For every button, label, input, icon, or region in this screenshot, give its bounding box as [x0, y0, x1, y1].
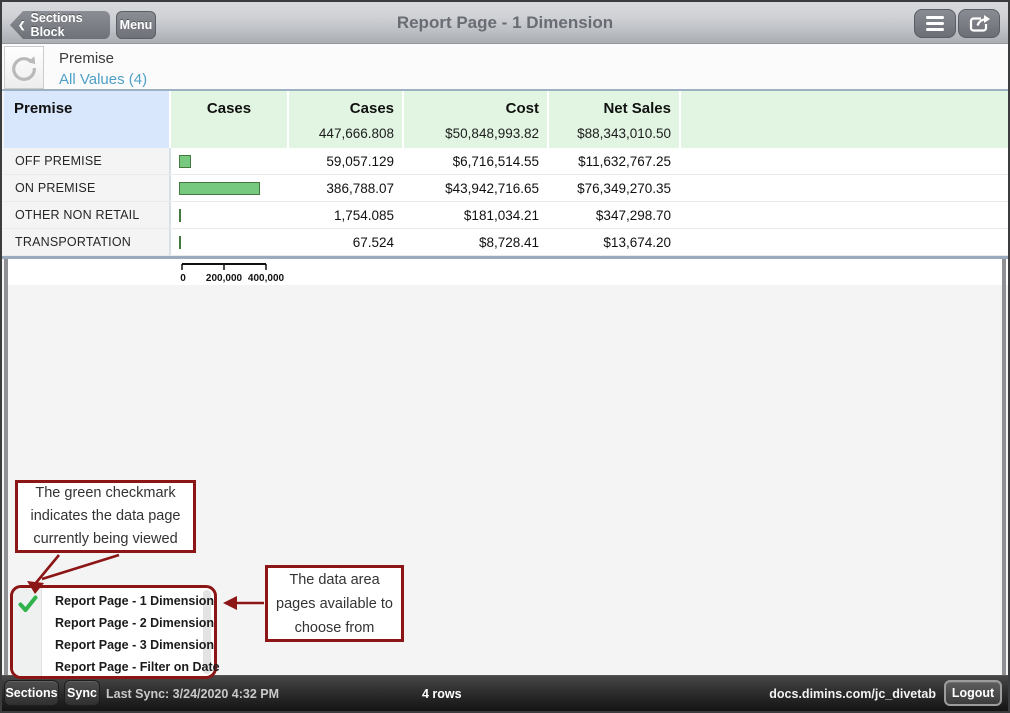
- filter-info: Premise All Values (4): [59, 49, 147, 90]
- menu-button[interactable]: Menu: [116, 11, 156, 39]
- column-header-cost[interactable]: Cost $50,848,993.82: [404, 91, 547, 148]
- svg-text:0: 0: [180, 273, 186, 284]
- sections-button[interactable]: Sections: [4, 680, 59, 706]
- left-edge-strip: [4, 259, 8, 677]
- hamburger-icon: [926, 13, 944, 34]
- share-icon: [967, 14, 991, 34]
- total-cases: 447,666.808: [319, 126, 394, 141]
- table-body: OFF PREMISE 59,057.129 $6,716,514.55 $11…: [4, 148, 1010, 256]
- svg-text:200,000: 200,000: [206, 273, 243, 284]
- popup-item-list: Report Page - 1 Dimension Report Page - …: [55, 590, 200, 678]
- refresh-icon: [9, 53, 39, 83]
- bar-on-premise: [179, 182, 260, 195]
- table-row[interactable]: TRANSPORTATION 67.524 $8,728.41 $13,674.…: [4, 229, 1010, 256]
- column-header-cases-chart[interactable]: Cases: [171, 91, 287, 148]
- back-chevron-icon: ❮: [18, 20, 26, 31]
- table-header: Premise Cases Cases 447,666.808 Cost $50…: [4, 91, 1010, 148]
- total-cost: $50,848,993.82: [445, 126, 539, 141]
- bar-other-non-retail: [179, 209, 181, 222]
- bar-axis: 0 200,000 400,000: [180, 261, 296, 285]
- annotation-checkmark-note: The green checkmark indicates the data p…: [15, 480, 196, 553]
- column-header-spacer: [681, 91, 1010, 148]
- sections-block-back-button[interactable]: ❮ Sections Block: [10, 11, 110, 39]
- page-selection-popup: Report Page - 1 Dimension Report Page - …: [10, 585, 217, 679]
- menu-item-report-filter-on-date[interactable]: Report Page - Filter on Date: [55, 656, 200, 678]
- share-button[interactable]: [958, 9, 1000, 38]
- refresh-button[interactable]: [4, 46, 44, 89]
- right-edge-strip: [1002, 259, 1006, 677]
- checkmark-icon: [18, 594, 38, 614]
- filter-values-link[interactable]: All Values (4): [59, 69, 147, 90]
- annotation-pages-note: The data area pages available to choose …: [265, 565, 404, 642]
- filter-bar: Premise All Values (4): [2, 44, 1008, 91]
- back-button-label: Sections Block: [31, 11, 110, 39]
- logout-button[interactable]: Logout: [944, 680, 1002, 706]
- last-sync-status: Last Sync: 3/24/2020 4:32 PM: [106, 676, 279, 712]
- menu-button-label: Menu: [120, 18, 153, 32]
- app-window: ❮ Sections Block Menu Report Page - 1 Di…: [0, 0, 1010, 713]
- column-header-net-sales[interactable]: Net Sales $88,343,010.50: [549, 91, 679, 148]
- bar-off-premise: [179, 155, 191, 168]
- bottom-bar: Sections Sync Last Sync: 3/24/2020 4:32 …: [2, 675, 1008, 711]
- axis-strip: 0 200,000 400,000: [4, 259, 1010, 285]
- filter-dimension-label: Premise: [59, 49, 147, 69]
- menu-item-report-1-dimension[interactable]: Report Page - 1 Dimension: [55, 590, 200, 612]
- table-row[interactable]: OTHER NON RETAIL 1,754.085 $181,034.21 $…: [4, 202, 1010, 229]
- list-menu-button[interactable]: [914, 9, 956, 38]
- top-bar: ❮ Sections Block Menu Report Page - 1 Di…: [2, 2, 1008, 44]
- sync-button[interactable]: Sync: [64, 680, 100, 706]
- bar-transportation: [179, 236, 181, 249]
- total-net-sales: $88,343,010.50: [577, 126, 671, 141]
- menu-item-report-3-dimension[interactable]: Report Page - 3 Dimension: [55, 634, 200, 656]
- table-row[interactable]: ON PREMISE 386,788.07 $43,942,716.65 $76…: [4, 175, 1010, 202]
- svg-text:400,000: 400,000: [248, 273, 285, 284]
- row-count-status: 4 rows: [422, 676, 462, 712]
- column-header-premise[interactable]: Premise: [4, 91, 169, 148]
- server-address: docs.dimins.com/jc_divetab: [769, 676, 936, 712]
- menu-item-report-2-dimension[interactable]: Report Page - 2 Dimension: [55, 612, 200, 634]
- column-header-cases[interactable]: Cases 447,666.808: [289, 91, 402, 148]
- table-row[interactable]: OFF PREMISE 59,057.129 $6,716,514.55 $11…: [4, 148, 1010, 175]
